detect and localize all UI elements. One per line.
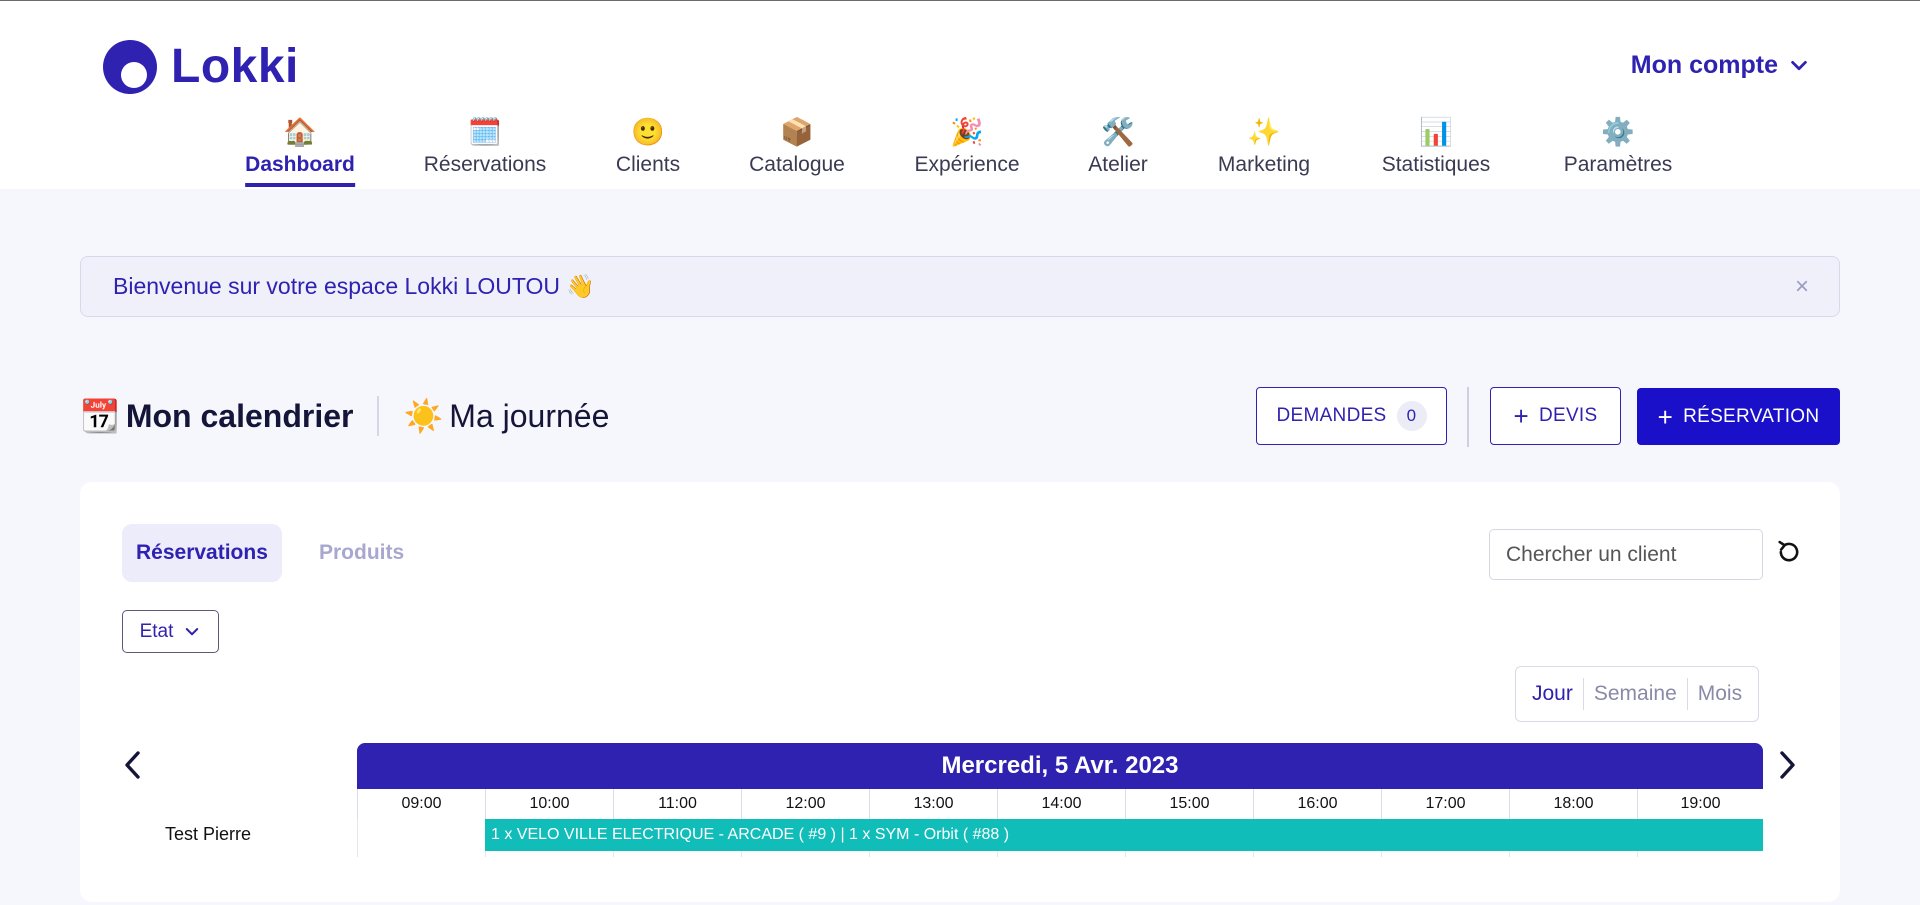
- bar-chart-icon: 📊: [1419, 117, 1453, 147]
- my-day-link[interactable]: ☀️ Ma journée: [403, 397, 609, 435]
- calendar-card: Réservations Produits Etat Jour Semaine …: [80, 482, 1840, 902]
- house-icon: 🏠: [283, 117, 317, 147]
- app-name: Lokki: [171, 40, 299, 93]
- state-filter-label: Etat: [139, 620, 174, 642]
- package-icon: 📦: [780, 117, 814, 147]
- hour-label: 11:00: [613, 789, 741, 819]
- account-label: Mon compte: [1630, 51, 1778, 79]
- view-day[interactable]: Jour: [1522, 682, 1583, 706]
- nav-label: Paramètres: [1563, 153, 1673, 176]
- nav-label: Réservations: [423, 153, 547, 176]
- demands-count-badge: 0: [1396, 401, 1427, 431]
- chevron-down-icon: [1791, 60, 1807, 70]
- my-day-text: Ma journée: [449, 397, 610, 434]
- hour-label: 09:00: [357, 789, 485, 819]
- nav-label: Statistiques: [1381, 153, 1491, 176]
- nav-item-clients[interactable]: 🙂 Clients: [616, 115, 680, 177]
- nav-item-reservations[interactable]: 🗓️ Réservations: [424, 115, 547, 177]
- timeline-row: 1 x VELO VILLE ELECTRIQUE - ARCADE ( #9 …: [357, 819, 1763, 857]
- quote-label: DEVIS: [1538, 405, 1598, 426]
- calendar-icon: 🗓️: [468, 117, 502, 147]
- sun-icon: ☀️: [403, 398, 444, 434]
- nav-label: Catalogue: [749, 153, 845, 176]
- calendar-emoji-icon: 📆: [80, 398, 120, 434]
- calendar-title-text: Mon calendrier: [125, 397, 354, 434]
- plus-icon: +: [1513, 401, 1529, 431]
- welcome-banner: Bienvenue sur votre espace Lokki LOUTOU …: [80, 256, 1840, 317]
- hour-label: 13:00: [869, 789, 997, 819]
- nav-label: Dashboard: [245, 153, 355, 176]
- smiley-icon: 🙂: [631, 117, 665, 147]
- view-month[interactable]: Mois: [1688, 682, 1752, 706]
- logo-mark-icon: [103, 39, 157, 94]
- chevron-right-icon[interactable]: [1772, 745, 1802, 785]
- tab-products[interactable]: Produits: [305, 524, 418, 582]
- add-quote-button[interactable]: + DEVIS: [1490, 387, 1621, 445]
- account-menu[interactable]: Mon compte: [1631, 51, 1810, 80]
- party-popper-icon: 🎉: [950, 117, 984, 147]
- nav-item-dashboard[interactable]: 🏠 Dashboard: [245, 115, 355, 187]
- buttons-divider: [1467, 387, 1469, 447]
- hour-label: 14:00: [997, 789, 1125, 819]
- demands-label: DEMANDES: [1276, 405, 1387, 426]
- nav-item-statistiques[interactable]: 📊 Statistiques: [1382, 115, 1491, 177]
- view-week[interactable]: Semaine: [1584, 682, 1687, 706]
- tab-reservations[interactable]: Réservations: [122, 524, 282, 582]
- hour-label: 12:00: [741, 789, 869, 819]
- resource-row-label: Test Pierre: [165, 824, 252, 844]
- nav-item-atelier[interactable]: 🛠️ Atelier: [1088, 115, 1148, 177]
- hour-label: 10:00: [485, 789, 613, 819]
- gear-icon: ⚙️: [1601, 117, 1635, 147]
- hour-label: 15:00: [1125, 789, 1253, 819]
- state-filter-dropdown[interactable]: Etat: [122, 610, 219, 653]
- close-icon[interactable]: ×: [1795, 273, 1809, 301]
- calendar-header: 📆 Mon calendrier ☀️ Ma journée: [80, 394, 609, 438]
- nav-label: Expérience: [914, 153, 1020, 176]
- demands-button[interactable]: DEMANDES 0: [1256, 387, 1447, 445]
- sparkles-icon: ✨: [1247, 117, 1281, 147]
- nav-item-experience[interactable]: 🎉 Expérience: [914, 115, 1019, 177]
- main-nav: 🏠 Dashboard 🗓️ Réservations 🙂 Clients 📦 …: [0, 115, 1920, 189]
- hour-label: 18:00: [1509, 789, 1637, 819]
- nav-label: Marketing: [1217, 153, 1311, 176]
- day-timeline: Mercredi, 5 Avr. 2023 09:00 10:00 11:00 …: [357, 743, 1763, 857]
- chevron-down-icon: [186, 627, 199, 635]
- welcome-text: Bienvenue sur votre espace Lokki LOUTOU …: [113, 273, 596, 299]
- calendar-title[interactable]: 📆 Mon calendrier: [80, 397, 353, 435]
- title-divider: [377, 396, 380, 436]
- hour-label: 17:00: [1381, 789, 1509, 819]
- nav-label: Atelier: [1088, 153, 1148, 176]
- refresh-icon[interactable]: [1775, 538, 1803, 566]
- app-logo[interactable]: Lokki: [103, 39, 299, 94]
- client-search-input[interactable]: [1489, 529, 1763, 580]
- plus-icon: +: [1657, 401, 1674, 432]
- nav-label: Clients: [615, 153, 681, 176]
- tools-icon: 🛠️: [1101, 117, 1135, 147]
- hour-label: 16:00: [1253, 789, 1381, 819]
- nav-item-parametres[interactable]: ⚙️ Paramètres: [1564, 115, 1673, 177]
- view-toggle: Jour Semaine Mois: [1515, 666, 1760, 722]
- hour-label: 19:00: [1637, 789, 1763, 819]
- reservation-label: RÉSERVATION: [1683, 405, 1820, 427]
- reservation-event[interactable]: 1 x VELO VILLE ELECTRIQUE - ARCADE ( #9 …: [485, 819, 1763, 851]
- nav-item-marketing[interactable]: ✨ Marketing: [1218, 115, 1310, 177]
- timeline-date: Mercredi, 5 Avr. 2023: [357, 743, 1763, 789]
- hour-header: 09:00 10:00 11:00 12:00 13:00 14:00 15:0…: [357, 789, 1763, 819]
- add-reservation-button[interactable]: + RÉSERVATION: [1637, 388, 1840, 445]
- top-header: Lokki Mon compte 🏠 Dashboard 🗓️ Réservat…: [0, 1, 1920, 189]
- nav-item-catalogue[interactable]: 📦 Catalogue: [749, 115, 845, 177]
- chevron-left-icon[interactable]: [118, 745, 148, 785]
